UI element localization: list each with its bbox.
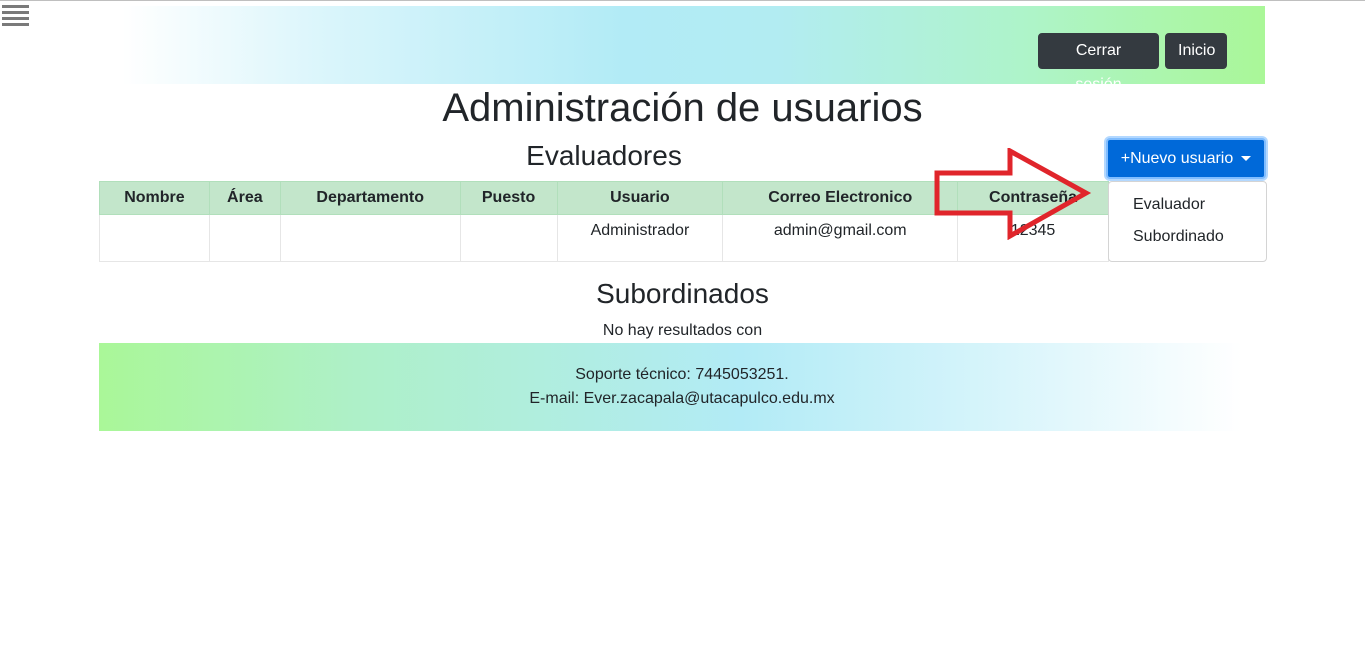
subordinates-title: Subordinados <box>596 278 769 309</box>
column-header-puesto: Puesto <box>459 181 558 215</box>
cell-correo: admin@gmail.com <box>722 214 959 262</box>
footer-banner: Soporte técnico: 7445053251. E-mail: Eve… <box>99 343 1265 431</box>
column-header-usuario: Usuario <box>556 181 724 215</box>
dropdown-item-evaluador[interactable]: Evaluador <box>1133 195 1205 215</box>
red-arrow-annotation <box>934 148 1092 240</box>
cell-nombre <box>99 214 210 262</box>
home-button[interactable]: Inicio <box>1165 33 1227 69</box>
cell-usuario: Administrador <box>556 214 724 262</box>
header-banner: Cerrar sesión Inicio <box>99 6 1265 93</box>
cell-puesto <box>459 214 558 262</box>
column-header-departamento: Departamento <box>279 181 461 215</box>
support-phone: Soporte técnico: 7445053251. <box>575 366 789 383</box>
caret-down-icon <box>1241 156 1252 161</box>
cell-departamento <box>279 214 461 262</box>
logout-button[interactable]: Cerrar sesión <box>1038 33 1159 93</box>
top-border <box>0 0 1365 1</box>
new-user-dropdown-menu: Evaluador Subordinado <box>1108 181 1267 262</box>
support-email: E-mail: Ever.zacapala@utacapulco.edu.mx <box>529 390 835 407</box>
hamburger-menu-icon[interactable] <box>2 5 30 31</box>
new-user-dropdown-button[interactable]: +Nuevo usuario <box>1106 138 1266 179</box>
cell-area <box>208 214 281 262</box>
new-user-label: +Nuevo usuario <box>1120 149 1234 167</box>
page-title: Administración de usuarios <box>442 86 923 130</box>
column-header-area: Área <box>208 181 281 215</box>
dropdown-item-subordinado[interactable]: Subordinado <box>1133 227 1224 247</box>
no-results-message: No hay resultados con <box>602 322 763 339</box>
column-header-nombre: Nombre <box>99 181 210 215</box>
column-header-correo: Correo Electronico <box>722 181 959 215</box>
